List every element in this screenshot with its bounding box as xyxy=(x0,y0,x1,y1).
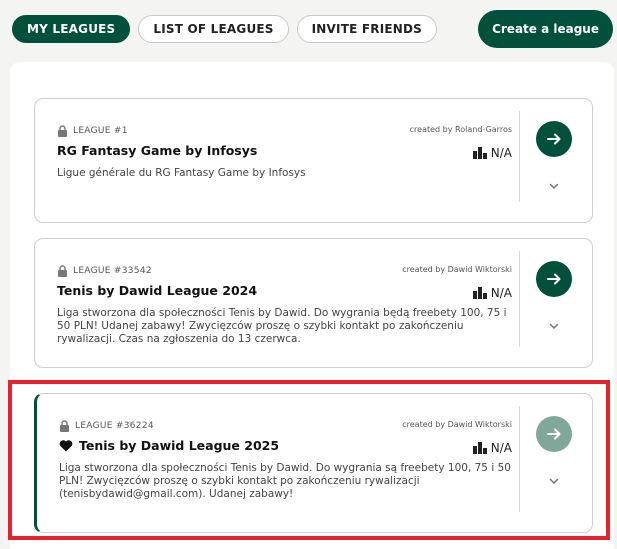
tab-my-leagues[interactable]: MY LEAGUES xyxy=(12,15,131,43)
arrow-right-icon xyxy=(547,273,561,285)
open-league-button[interactable] xyxy=(536,261,572,297)
chevron-down-icon[interactable] xyxy=(549,181,559,191)
ranking-bars-icon xyxy=(472,147,487,159)
league-name-text: RG Fantasy Game by Infosys xyxy=(57,143,258,158)
create-league-button[interactable]: Create a league xyxy=(478,10,613,48)
league-card[interactable]: LEAGUE #1 created by Roland-Garros RG Fa… xyxy=(34,98,593,223)
tab-list-of-leagues[interactable]: LIST OF LEAGUES xyxy=(138,15,289,43)
league-description: Liga stworzona dla społeczności Tenis by… xyxy=(57,307,507,345)
league-name: Tenis by Dawid League 2024 xyxy=(57,283,257,298)
league-description: Ligue générale du RG Fantasy Game by Inf… xyxy=(57,167,306,179)
chevron-down-icon[interactable] xyxy=(549,321,559,331)
league-id-label: LEAGUE #33542 xyxy=(73,266,152,276)
league-id: LEAGUE #1 xyxy=(57,125,128,137)
league-rank-value: N/A xyxy=(490,146,512,160)
arrow-right-icon xyxy=(547,133,561,145)
league-creator: created by Dawid Wiktorski xyxy=(402,265,512,274)
league-card[interactable]: LEAGUE #33542 created by Dawid Wiktorski… xyxy=(34,238,593,368)
open-league-button[interactable] xyxy=(536,121,572,157)
ranking-bars-icon xyxy=(472,287,487,299)
league-rank: N/A xyxy=(472,286,512,300)
league-name-text: Tenis by Dawid League 2024 xyxy=(57,283,258,298)
league-tabs: MY LEAGUES LIST OF LEAGUES INVITE FRIEND… xyxy=(12,15,438,43)
league-creator: created by Roland-Garros xyxy=(409,125,512,134)
league-id: LEAGUE #33542 xyxy=(57,265,152,277)
card-divider xyxy=(519,111,520,202)
league-name: RG Fantasy Game by Infosys xyxy=(57,143,257,158)
league-rank-value: N/A xyxy=(490,286,512,300)
league-rank: N/A xyxy=(472,146,512,160)
lock-icon xyxy=(58,125,67,137)
lock-icon xyxy=(58,265,67,277)
league-id-label: LEAGUE #1 xyxy=(73,126,128,136)
card-divider xyxy=(519,251,520,347)
highlight-frame xyxy=(8,380,610,540)
tab-invite-friends[interactable]: INVITE FRIENDS xyxy=(296,15,438,43)
